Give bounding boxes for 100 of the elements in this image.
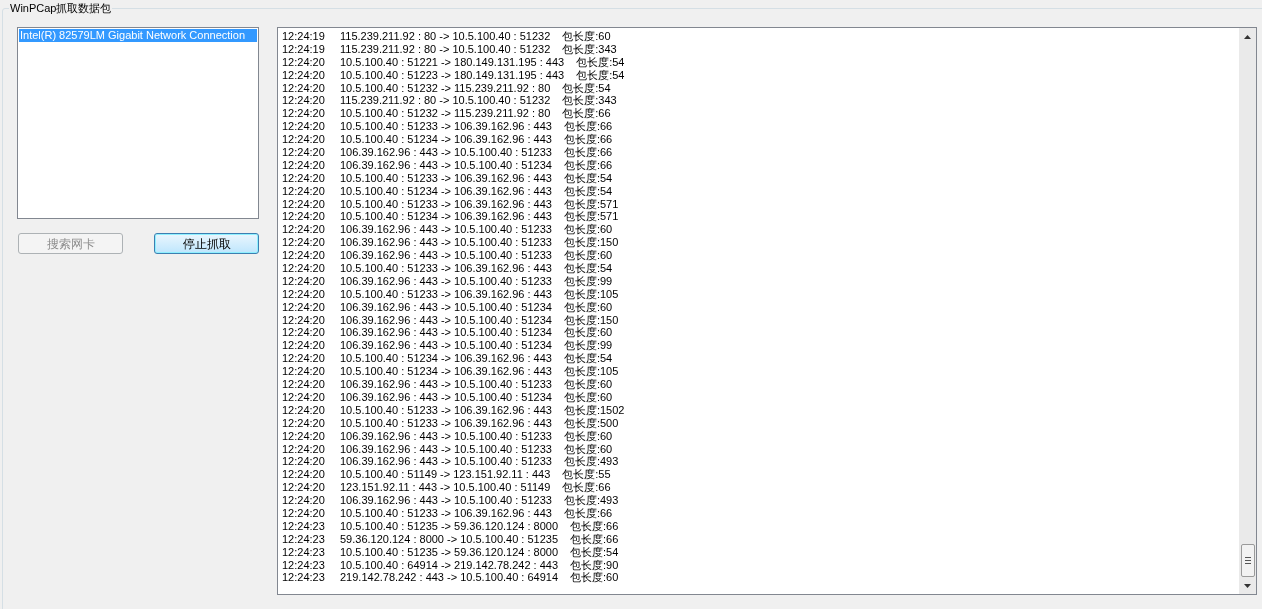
log-length: 包长度:493 — [563, 455, 619, 469]
log-time: 12:24:20 — [282, 326, 326, 340]
log-flow: 10.5.100.40 : 64914 -> 219.142.78.242 : 443 — [340, 558, 559, 572]
log-length: 包长度:60 — [570, 571, 619, 585]
log-flow: 10.5.100.40 : 51232 -> 115.239.211.92 : 80 — [340, 81, 551, 95]
log-flow: 10.5.100.40 : 51223 -> 180.149.131.195 : 443 — [340, 68, 565, 82]
log-time: 12:24:20 — [282, 81, 326, 95]
log-time: 12:24:20 — [282, 55, 326, 69]
log-length: 包长度:105 — [563, 365, 619, 379]
log-length: 包长度:54 — [576, 55, 625, 69]
log-time: 12:24:20 — [282, 416, 326, 430]
log-time: 12:24:20 — [282, 506, 326, 520]
log-time: 12:24:20 — [282, 481, 326, 495]
log-flow: 10.5.100.40 : 51149 -> 123.151.92.11 : 443 — [340, 468, 551, 482]
log-length: 包长度:66 — [563, 158, 613, 172]
log-length: 包长度:99 — [563, 339, 613, 353]
log-time: 12:24:20 — [282, 120, 326, 134]
log-length: 包长度:66 — [563, 506, 613, 520]
log-time: 12:24:20 — [282, 249, 326, 263]
log-flow: 10.5.100.40 : 51233 -> 106.39.162.96 : 443 — [340, 403, 552, 417]
log-flow: 10.5.100.40 : 51232 -> 115.239.211.92 : 80 — [340, 107, 551, 121]
log-time: 12:24:20 — [282, 210, 326, 224]
log-length: 包长度:60 — [563, 326, 613, 340]
log-length: 包长度:54 — [563, 171, 613, 185]
log-time: 12:24:20 — [282, 68, 326, 82]
log-flow: 106.39.162.96 : 443 -> 10.5.100.40 : 51233 — [340, 378, 552, 391]
log-time: 12:24:23 — [282, 519, 326, 533]
log-length: 包长度:343 — [562, 42, 617, 56]
log-time: 12:24:20 — [282, 158, 326, 172]
log-time: 12:24:20 — [282, 429, 326, 443]
log-time: 12:24:20 — [282, 184, 326, 198]
log-flow: 10.5.100.40 : 51233 -> 106.39.162.96 : 443 — [340, 287, 552, 301]
log-time: 12:24:20 — [282, 300, 326, 314]
log-time: 12:24:20 — [282, 262, 326, 275]
log-length: 包长度:60 — [563, 429, 613, 443]
log-flow: 10.5.100.40 : 51234 -> 106.39.162.96 : 443 — [340, 352, 552, 366]
log-length: 包长度:60 — [563, 442, 613, 456]
log-flow: 106.39.162.96 : 443 -> 10.5.100.40 : 51233 — [340, 455, 552, 469]
log-flow: 10.5.100.40 : 51233 -> 106.39.162.96 : 443 — [340, 197, 552, 211]
log-time: 12:24:20 — [282, 468, 326, 482]
log-flow: 10.5.100.40 : 51234 -> 106.39.162.96 : 443 — [340, 365, 552, 379]
log-length: 包长度:55 — [562, 468, 611, 482]
log-flow: 115.239.211.92 : 80 -> 10.5.100.40 : 51232 — [340, 30, 551, 43]
log-time: 12:24:20 — [282, 146, 326, 159]
log-time: 12:24:19 — [282, 42, 326, 56]
log-time: 12:24:23 — [282, 532, 326, 546]
log-flow: 10.5.100.40 : 51233 -> 106.39.162.96 : 443 — [340, 416, 552, 430]
log-time: 12:24:20 — [282, 287, 326, 301]
log-flow: 10.5.100.40 : 51233 -> 106.39.162.96 : 443 — [340, 171, 552, 185]
log-length: 包长度:105 — [563, 287, 619, 301]
log-length: 包长度:66 — [563, 146, 613, 159]
log-flow: 106.39.162.96 : 443 -> 10.5.100.40 : 51233 — [340, 442, 552, 456]
log-flow: 106.39.162.96 : 443 -> 10.5.100.40 : 51233 — [340, 236, 552, 250]
log-length: 包长度:54 — [576, 68, 625, 82]
log-length: 包长度:1502 — [563, 403, 625, 417]
scroll-down-icon[interactable] — [1244, 584, 1251, 588]
action-button[interactable]: 停止抓取 — [154, 233, 259, 254]
log-length: 包长度:54 — [563, 184, 613, 198]
log-time: 12:24:20 — [282, 313, 326, 327]
log-time: 12:24:20 — [282, 494, 326, 507]
log-length: 包长度:99 — [563, 274, 613, 288]
log-length: 包长度:500 — [563, 416, 619, 430]
log-flow: 106.39.162.96 : 443 -> 10.5.100.40 : 51233 — [340, 494, 552, 507]
log-flow: 10.5.100.40 : 51234 -> 106.39.162.96 : 443 — [340, 133, 552, 146]
log-time: 12:24:20 — [282, 455, 326, 469]
log-time: 12:24:20 — [282, 133, 326, 146]
log-time: 12:24:20 — [282, 442, 326, 456]
log-length: 包长度:54 — [562, 81, 611, 95]
log-length: 包长度:493 — [563, 494, 619, 507]
log-flow: 106.39.162.96 : 443 -> 10.5.100.40 : 51233 — [340, 223, 552, 237]
adapter-item[interactable]: Intel(R) 82579LM Gigabit Network Connection — [19, 29, 257, 42]
log-length: 包长度:54 — [563, 352, 613, 366]
log-flow: 59.36.120.124 : 8000 -> 10.5.100.40 : 51235 — [340, 532, 559, 546]
log-time: 12:24:23 — [282, 545, 326, 559]
log-flow: 10.5.100.40 : 51233 -> 106.39.162.96 : 443 — [340, 120, 552, 134]
log-length: 包长度:571 — [563, 210, 619, 224]
log-length: 包长度:60 — [562, 30, 611, 43]
log-length: 包长度:60 — [563, 249, 613, 263]
log-time: 12:24:20 — [282, 107, 326, 121]
grip-icon — [1244, 557, 1251, 564]
log-time: 12:24:20 — [282, 197, 326, 211]
log-flow: 10.5.100.40 : 51234 -> 106.39.162.96 : 443 — [340, 184, 552, 198]
log-flow: 10.5.100.40 : 51235 -> 59.36.120.124 : 8000 — [340, 545, 559, 559]
log-length: 包长度:54 — [570, 545, 619, 559]
log-flow: 106.39.162.96 : 443 -> 10.5.100.40 : 51234 — [340, 326, 552, 340]
log-time: 12:24:20 — [282, 352, 326, 366]
log-length: 包长度:66 — [570, 519, 619, 533]
log-flow: 123.151.92.11 : 443 -> 10.5.100.40 : 51149 — [340, 481, 551, 495]
log-length: 包长度:60 — [563, 390, 613, 404]
scroll-thumb[interactable] — [1240, 544, 1255, 577]
log-flow: 219.142.78.242 : 443 -> 10.5.100.40 : 64914 — [340, 571, 559, 585]
scroll-up-icon[interactable] — [1244, 35, 1251, 39]
log-flow: 10.5.100.40 : 51233 -> 106.39.162.96 : 443 — [340, 506, 552, 520]
log-time: 12:24:20 — [282, 94, 326, 108]
log-length: 包长度:66 — [570, 532, 619, 546]
log-flow: 115.239.211.92 : 80 -> 10.5.100.40 : 51232 — [340, 42, 551, 56]
log-length: 包长度:66 — [563, 133, 613, 146]
log-flow: 10.5.100.40 : 51235 -> 59.36.120.124 : 8000 — [340, 519, 559, 533]
log-flow: 106.39.162.96 : 443 -> 10.5.100.40 : 51234 — [340, 313, 552, 327]
vertical-scrollbar[interactable] — [1239, 28, 1256, 594]
